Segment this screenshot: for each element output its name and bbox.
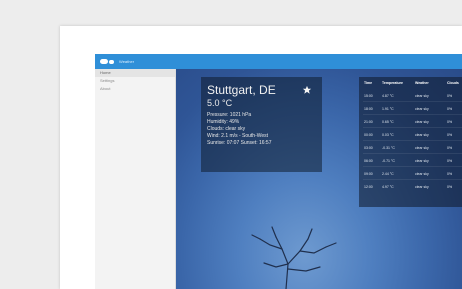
row-divider <box>363 127 462 128</box>
forecast-time: 03:00 <box>364 146 373 150</box>
forecast-clouds: 0% <box>447 172 453 176</box>
forecast-weather: clear sky <box>415 172 429 176</box>
row-divider <box>363 114 462 115</box>
weather-detail: Wind: 2.1 m/s - South-West <box>207 133 269 139</box>
forecast-weather: clear sky <box>415 120 429 124</box>
favorite-star-icon[interactable] <box>302 85 312 95</box>
column-header-weather: Weather <box>415 81 429 85</box>
forecast-time: 18:00 <box>364 107 373 111</box>
table-row: 09:00 2.44 °C clear sky 0% <box>359 168 462 180</box>
column-header-temperature: Temperature <box>382 81 403 85</box>
forecast-clouds: 0% <box>447 94 453 98</box>
forecast-time: 00:00 <box>364 133 373 137</box>
app-window: Weather Home Settings About Stuttgart, D… <box>95 54 462 289</box>
forecast-table: Time Temperature Weather Clouds 15:00 4.… <box>359 77 462 207</box>
table-row: 12:00 4.97 °C clear sky 0% <box>359 181 462 193</box>
row-divider <box>363 166 462 167</box>
city-name: Stuttgart, DE <box>207 83 276 97</box>
forecast-clouds: 0% <box>447 107 453 111</box>
weather-detail: Humidity: 49% <box>207 119 240 125</box>
forecast-time: 09:00 <box>364 172 373 176</box>
main-content: Stuttgart, DE 5.0 °C Pressure: 1021 hPa … <box>176 69 462 289</box>
forecast-temperature: 2.44 °C <box>382 172 394 176</box>
table-row: 18:00 1.91 °C clear sky 0% <box>359 103 462 115</box>
forecast-clouds: 0% <box>447 133 453 137</box>
sidebar: Home Settings About <box>95 69 176 289</box>
weather-detail: Pressure: 1021 hPa <box>207 112 252 118</box>
forecast-weather: clear sky <box>415 94 429 98</box>
forecast-weather: clear sky <box>415 146 429 150</box>
forecast-weather: clear sky <box>415 133 429 137</box>
cloud-icon <box>100 59 108 64</box>
forecast-clouds: 0% <box>447 185 453 189</box>
forecast-header-row: Time Temperature Weather Clouds <box>359 77 462 89</box>
forecast-time: 12:00 <box>364 185 373 189</box>
forecast-weather: clear sky <box>415 107 429 111</box>
screenshot-frame: Weather Home Settings About Stuttgart, D… <box>60 26 462 289</box>
column-header-time: Time <box>364 81 373 85</box>
forecast-temperature: -0.71 °C <box>382 159 395 163</box>
forecast-temperature: 4.97 °C <box>382 185 394 189</box>
table-row: 06:00 -0.71 °C clear sky 0% <box>359 155 462 167</box>
forecast-weather: clear sky <box>415 159 429 163</box>
row-divider <box>363 179 462 180</box>
sidebar-item-home[interactable]: Home <box>95 69 175 77</box>
row-divider <box>363 101 462 102</box>
forecast-clouds: 0% <box>447 159 453 163</box>
sidebar-item-about[interactable]: About <box>95 85 175 93</box>
forecast-temperature: 4.87 °C <box>382 94 394 98</box>
weather-detail: Clouds: clear sky <box>207 126 246 132</box>
cloud-icon-small <box>109 59 114 64</box>
forecast-clouds: 0% <box>447 146 453 150</box>
table-row: 15:00 4.87 °C clear sky 0% <box>359 90 462 102</box>
forecast-time: 06:00 <box>364 159 373 163</box>
row-divider <box>363 140 462 141</box>
app-logo[interactable] <box>100 59 115 64</box>
forecast-weather: clear sky <box>415 185 429 189</box>
table-row: 21:00 0.65 °C clear sky 0% <box>359 116 462 128</box>
forecast-time: 15:00 <box>364 94 373 98</box>
current-temperature: 5.0 °C <box>207 98 233 108</box>
app-title: Weather <box>119 59 135 64</box>
forecast-clouds: 0% <box>447 120 453 124</box>
table-row: 00:00 0.03 °C clear sky 0% <box>359 129 462 141</box>
forecast-temperature: 1.91 °C <box>382 107 394 111</box>
column-header-clouds: Clouds <box>447 81 459 85</box>
forecast-time: 21:00 <box>364 120 373 124</box>
top-bar: Weather <box>95 54 462 69</box>
background-tree-silhouette <box>251 226 337 289</box>
table-row: 03:00 -0.31 °C clear sky 0% <box>359 142 462 154</box>
sidebar-item-settings[interactable]: Settings <box>95 77 175 85</box>
weather-detail: Sunrise: 07:07 Sunset: 16:57 <box>207 140 272 146</box>
forecast-temperature: 0.65 °C <box>382 120 394 124</box>
current-weather-panel: Stuttgart, DE 5.0 °C Pressure: 1021 hPa … <box>201 77 322 172</box>
row-divider <box>363 153 462 154</box>
forecast-temperature: 0.03 °C <box>382 133 394 137</box>
forecast-temperature: -0.31 °C <box>382 146 395 150</box>
